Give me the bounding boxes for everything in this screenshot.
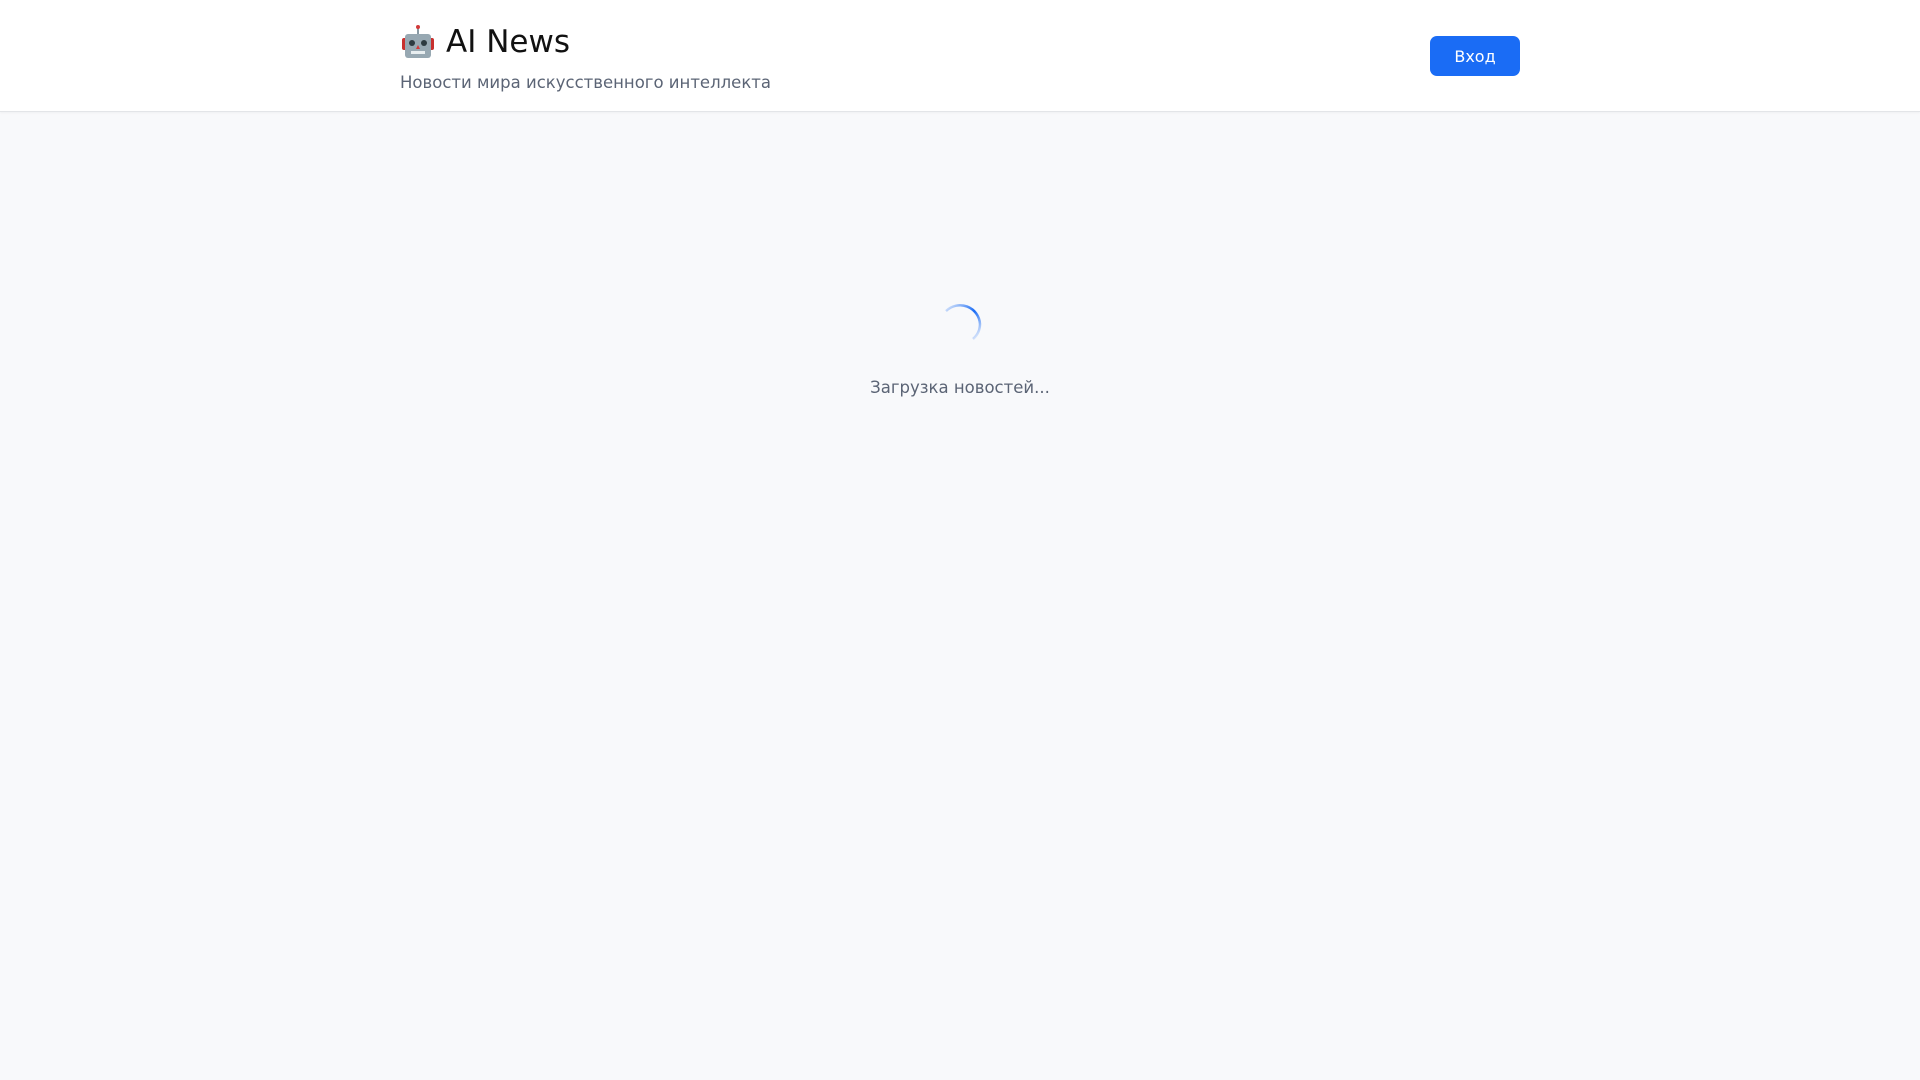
brand: AI News Новости мира искусственного инте… bbox=[400, 22, 771, 92]
site-header: AI News Новости мира искусственного инте… bbox=[0, 0, 1920, 112]
site-subtitle: Новости мира искусственного интеллекта bbox=[400, 73, 772, 92]
site-title: AI News bbox=[400, 22, 771, 62]
robot-icon bbox=[402, 25, 434, 58]
site-title-text: AI News bbox=[446, 24, 570, 60]
loading-text: Загрузка новостей... bbox=[870, 378, 1050, 397]
loading-section: Загрузка новостей... bbox=[0, 112, 1920, 397]
login-button[interactable]: Вход bbox=[1430, 36, 1520, 76]
loading-spinner-icon bbox=[945, 304, 982, 340]
